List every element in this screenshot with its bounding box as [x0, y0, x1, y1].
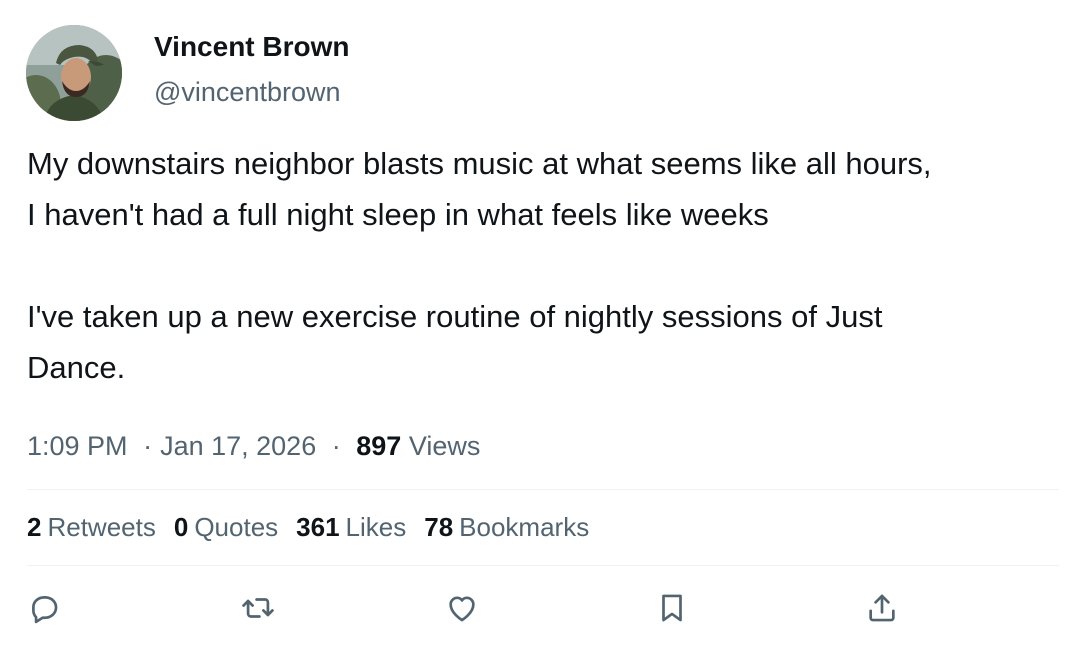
like-button[interactable] — [442, 588, 482, 628]
tweet-date[interactable]: Jan 17, 2026 — [160, 431, 316, 461]
reply-button[interactable] — [24, 588, 64, 628]
stat-likes[interactable]: 361 Likes — [296, 509, 406, 545]
meta-separator: · — [331, 431, 341, 461]
stat-bookmarks[interactable]: 78 Bookmarks — [424, 509, 589, 545]
author-name[interactable]: Vincent Brown — [154, 30, 350, 64]
engagement-stats: 2 Retweets 0 Quotes 361 Likes 78 Bookmar… — [27, 509, 589, 545]
heart-icon — [449, 596, 475, 622]
tweet-meta: 1:09 PM · Jan 17, 2026 · 897 Views — [27, 428, 480, 464]
share-button[interactable] — [862, 588, 902, 628]
tweet-text: My downstairs neighbor blasts music at w… — [27, 146, 932, 385]
stat-count: 2 — [27, 512, 42, 542]
stat-label: Quotes — [194, 512, 279, 542]
stat-quotes[interactable]: 0 Quotes — [174, 509, 278, 545]
divider — [27, 565, 1059, 566]
avatar[interactable] — [26, 25, 122, 121]
divider — [27, 489, 1059, 490]
stat-label: Likes — [345, 512, 407, 542]
action-bar — [24, 588, 904, 630]
stat-retweets[interactable]: 2 Retweets — [27, 509, 156, 545]
tweet-time[interactable]: 1:09 PM — [27, 431, 128, 461]
stat-count: 0 — [173, 512, 189, 542]
stat-count: 78 — [424, 512, 454, 542]
views-count: 897 — [356, 431, 402, 461]
reply-icon — [32, 596, 58, 624]
bookmark-button[interactable] — [652, 588, 692, 628]
retweet-icon — [242, 598, 274, 618]
bookmark-icon — [662, 594, 682, 622]
retweet-button[interactable] — [238, 588, 278, 628]
avatar-portrait-icon — [26, 25, 122, 121]
author-handle[interactable]: @vincentbrown — [154, 76, 341, 108]
share-icon — [869, 594, 895, 622]
stat-count: 361 — [296, 512, 340, 542]
views-label: Views — [408, 431, 481, 461]
stat-label: Retweets — [47, 512, 156, 542]
meta-separator: · — [143, 431, 153, 461]
stat-label: Bookmarks — [459, 512, 590, 542]
tweet-card: Vincent Brown @vincentbrown My downstair… — [0, 0, 1086, 656]
